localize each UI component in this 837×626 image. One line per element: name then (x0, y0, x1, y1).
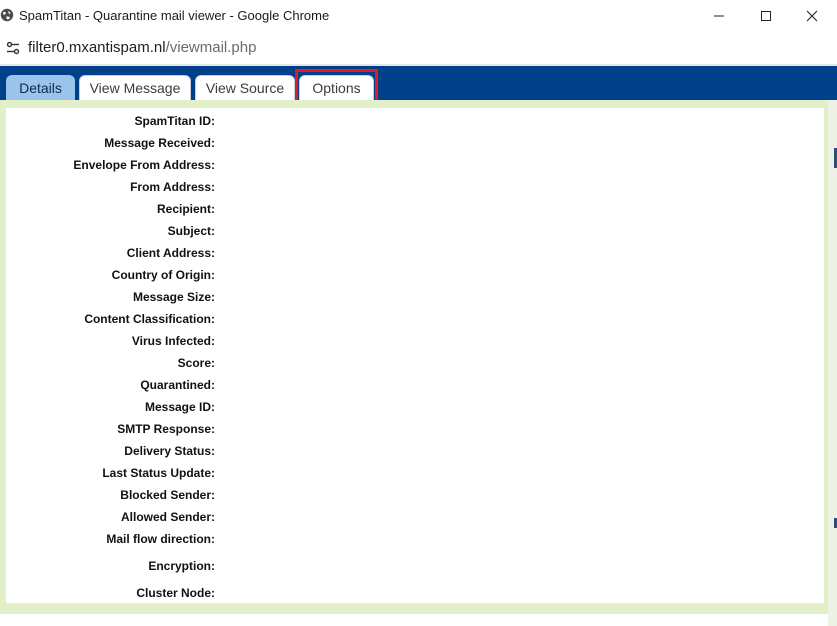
field-label: Last Status Update: (102, 466, 215, 480)
globe-icon (0, 8, 14, 22)
maximize-button[interactable] (743, 0, 789, 32)
field-label: Encryption: (148, 559, 215, 573)
field-label: SMTP Response: (117, 422, 215, 436)
field-label: Score: (177, 356, 215, 370)
field-label: SpamTitan ID: (134, 114, 215, 128)
field-label: Mail flow direction: (106, 532, 215, 546)
field-label: Message Size: (132, 290, 215, 304)
minimize-icon (713, 10, 725, 22)
field-label: Blocked Sender: (120, 488, 215, 502)
window-titlebar: SpamTitan - Quarantine mail viewer - Goo… (0, 0, 837, 32)
field-label: Client Address: (126, 246, 215, 260)
field-label: Subject: (167, 224, 215, 238)
field-label: Recipient: (156, 202, 215, 216)
background-window-edge (828, 100, 837, 626)
field-label: Envelope From Address: (73, 158, 215, 172)
maximize-icon (760, 10, 772, 22)
field-label: Message ID: (144, 400, 215, 414)
field-label: Content Classification: (84, 312, 215, 326)
url-host: filter0.mxantispam.nl (28, 39, 166, 56)
details-panel: SpamTitan ID: Message Received: Envelope F… (6, 108, 824, 603)
window-title: SpamTitan - Quarantine mail viewer - Goo… (19, 8, 330, 23)
tab-details[interactable]: Details (6, 75, 75, 100)
field-label: Quarantined: (140, 378, 215, 392)
field-label: Message Received: (104, 136, 215, 150)
tune-icon[interactable] (5, 40, 21, 56)
url-field[interactable]: filter0.mxantispam.nl/viewmail.php (28, 36, 818, 60)
field-label: Allowed Sender: (120, 510, 215, 524)
field-label: Cluster Node: (136, 586, 215, 600)
field-label: Country of Origin: (111, 268, 215, 282)
field-label: Delivery Status: (124, 444, 215, 458)
tab-view-message[interactable]: View Message (79, 75, 191, 100)
close-icon (806, 10, 818, 22)
close-button[interactable] (789, 0, 835, 32)
url-path: /viewmail.php (165, 39, 257, 56)
field-label: Virus Infected: (131, 334, 215, 348)
tab-view-source[interactable]: View Source (195, 75, 295, 100)
field-label: From Address: (130, 180, 215, 194)
minimize-button[interactable] (696, 0, 742, 32)
